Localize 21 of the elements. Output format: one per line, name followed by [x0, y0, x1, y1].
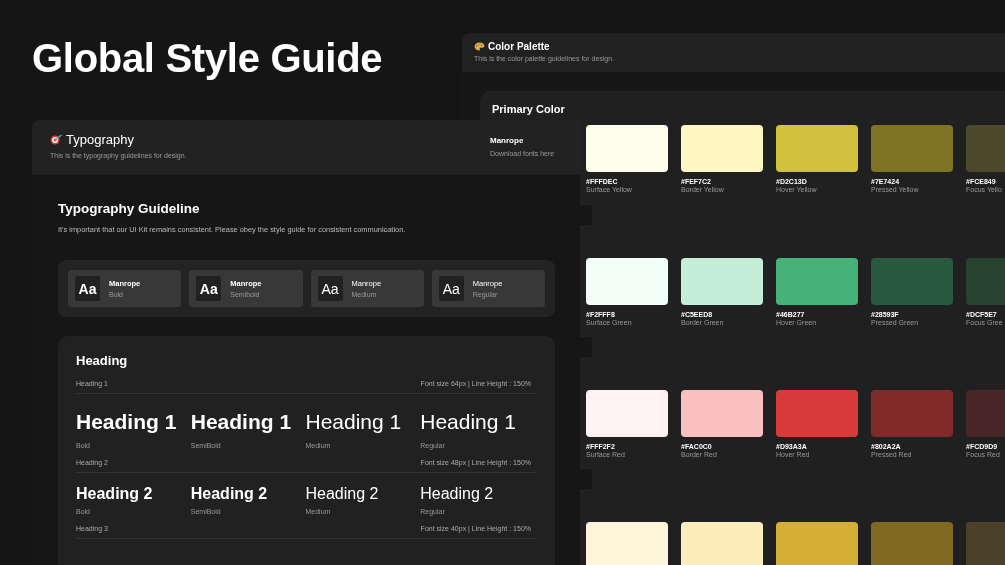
heading-sample: Heading 1: [420, 410, 516, 434]
panel-title: Typography: [66, 132, 134, 147]
font-sample: Aa: [75, 276, 100, 301]
heading-sample: Heading 2: [190, 485, 268, 503]
section-title: Heading: [76, 353, 129, 368]
heading-sample: Heading 2: [76, 485, 153, 503]
heading-sample: Heading 2: [420, 485, 494, 503]
heading-sample: Heading 1: [305, 410, 402, 434]
section-title: Primary Color: [492, 103, 566, 115]
heading-sample: Heading 2: [305, 485, 379, 503]
dart-target-icon: [50, 134, 63, 145]
palette-icon: [474, 42, 485, 51]
font-sample: Aa: [317, 276, 343, 301]
heading-sample: Heading 1: [76, 410, 177, 434]
font-sample: Aa: [438, 276, 464, 301]
heading-sample: Heading 1: [190, 410, 292, 434]
section-title: Typography Guideline: [58, 201, 201, 216]
page-title: Global Style Guide: [32, 36, 383, 81]
panel-title: Color Palette: [488, 41, 550, 52]
font-name: Manrope: [490, 136, 525, 145]
font-sample: Aa: [196, 276, 222, 301]
